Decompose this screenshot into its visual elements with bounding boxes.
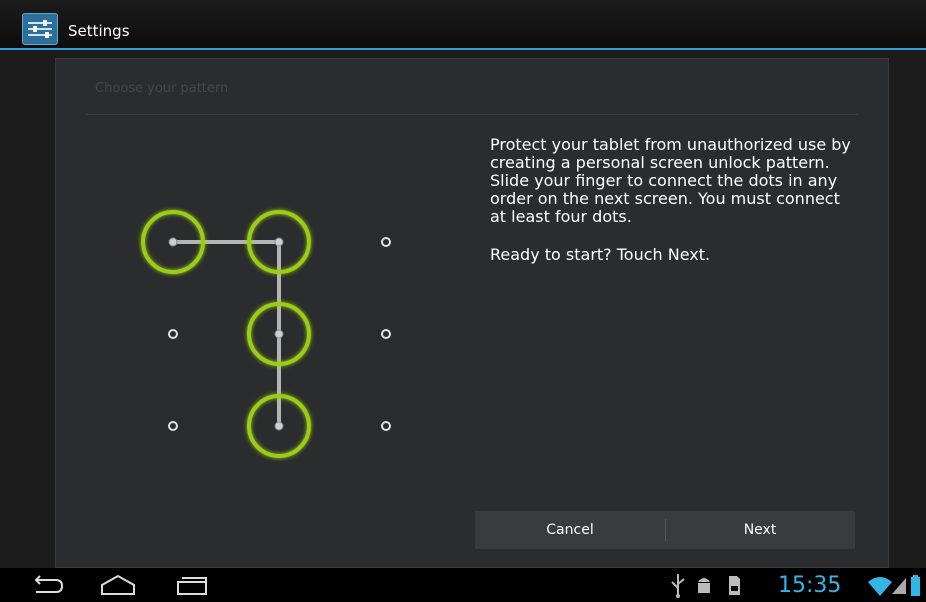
- pattern-dot-7: [168, 421, 178, 431]
- home-icon[interactable]: [98, 568, 138, 602]
- clock: 15:35: [778, 573, 842, 598]
- instructions-text: Protect your tablet from unauthorized us…: [490, 135, 851, 226]
- pattern-dot-1: [168, 237, 178, 247]
- pattern-dot-5: [274, 329, 284, 339]
- ready-text: Ready to start? Touch Next.: [490, 245, 711, 264]
- cancel-button[interactable]: Cancel: [475, 511, 665, 549]
- pattern-dot-6: [381, 329, 391, 339]
- instructions: Protect your tablet from unauthorized us…: [490, 136, 860, 264]
- settings-app-icon[interactable]: [22, 13, 58, 45]
- unlock-pattern-illustration: [141, 210, 391, 458]
- pattern-dot-2: [274, 237, 284, 247]
- back-icon[interactable]: [26, 568, 66, 602]
- sd-card-icon: [729, 576, 740, 595]
- signal-icon: [892, 578, 906, 594]
- button-bar: Cancel Next: [475, 511, 855, 549]
- pattern-dot-3: [381, 237, 391, 247]
- pattern-dot-4: [168, 329, 178, 339]
- recent-apps-icon[interactable]: [172, 568, 212, 602]
- next-button[interactable]: Next: [665, 511, 855, 549]
- battery-icon: [911, 575, 920, 596]
- header-divider: [86, 114, 858, 115]
- app-title: Settings: [68, 22, 130, 40]
- usb-icon: [671, 574, 685, 598]
- dialog-header: Choose your pattern: [95, 81, 229, 96]
- android-debug-icon: [698, 578, 710, 593]
- pattern-dot-8: [274, 421, 284, 431]
- pattern-dot-9: [381, 421, 391, 431]
- action-bar: Settings: [0, 0, 926, 50]
